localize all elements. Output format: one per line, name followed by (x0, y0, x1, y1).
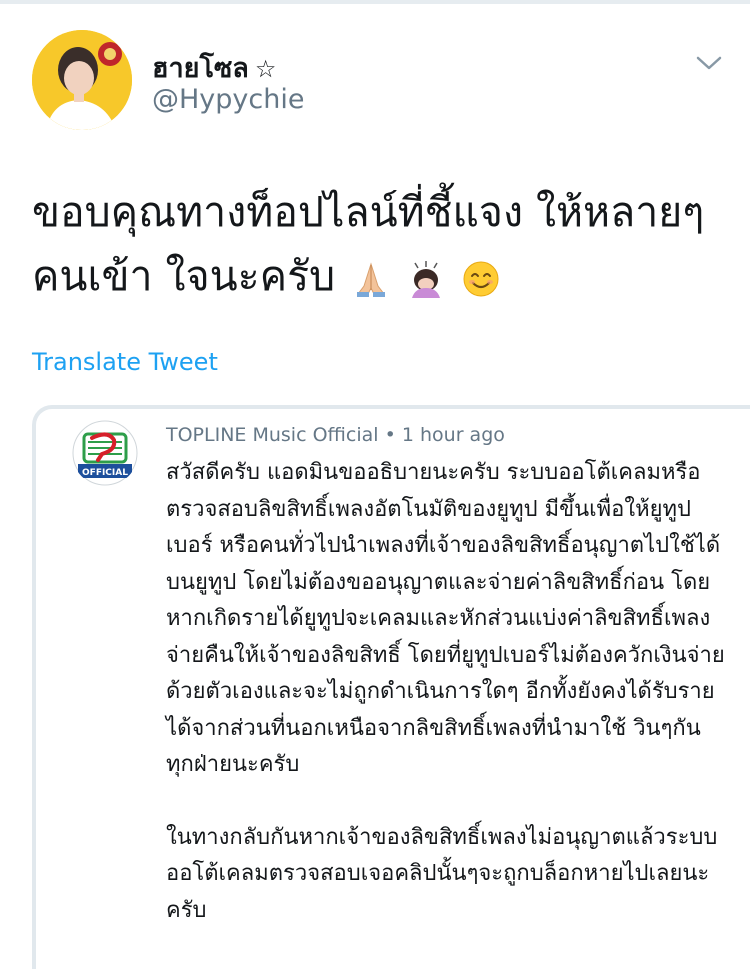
chevron-down-icon[interactable] (694, 52, 724, 74)
user-handle[interactable]: @Hypychie (152, 84, 304, 115)
quoted-tweet-meta: TOPLINE Music Official • 1 hour ago (166, 424, 505, 446)
topline-logo-icon: OFFICIAL (72, 420, 138, 486)
display-name[interactable]: ฮายโซล ☆ (152, 46, 276, 89)
avatar-image (32, 30, 132, 130)
smiling-face-emoji-icon (463, 261, 499, 297)
quote-paragraph-2: ในทางกลับกันหากเจ้าของลิขสิทธิ์เพลงไม่อน… (166, 824, 718, 923)
folded-hands-emoji-icon (357, 262, 386, 297)
top-divider (0, 0, 750, 4)
display-name-text: ฮายโซล (152, 53, 249, 84)
tweet-text-line2: คนเข้า ใจนะครับ (32, 252, 336, 300)
translate-tweet-link[interactable]: Translate Tweet (32, 348, 218, 376)
star-icon: ☆ (254, 55, 277, 83)
channel-name[interactable]: TOPLINE Music Official (166, 424, 379, 446)
tweet-text-line1: ขอบคุณทางท็อปไลน์ที่ชี้แจง ให้หลายๆ (32, 188, 705, 236)
user-avatar[interactable] (32, 30, 132, 130)
svg-text:OFFICIAL: OFFICIAL (82, 468, 128, 478)
meta-separator: • (384, 424, 396, 446)
tweet-text-line2-row: คนเข้า ใจนะครับ (32, 244, 732, 308)
person-bowing-emoji-icon (412, 261, 441, 298)
channel-logo[interactable]: OFFICIAL (72, 420, 138, 486)
quote-paragraph-1: สวัสดีครับ แอดมินขออธิบายนะครับ ระบบออโต… (166, 460, 725, 777)
quoted-tweet-body: สวัสดีครับ แอดมินขออธิบายนะครับ ระบบออโต… (166, 455, 726, 929)
post-time: 1 hour ago (401, 424, 505, 446)
tweet-text: ขอบคุณทางท็อปไลน์ที่ชี้แจง ให้หลายๆ คนเข… (32, 180, 732, 308)
